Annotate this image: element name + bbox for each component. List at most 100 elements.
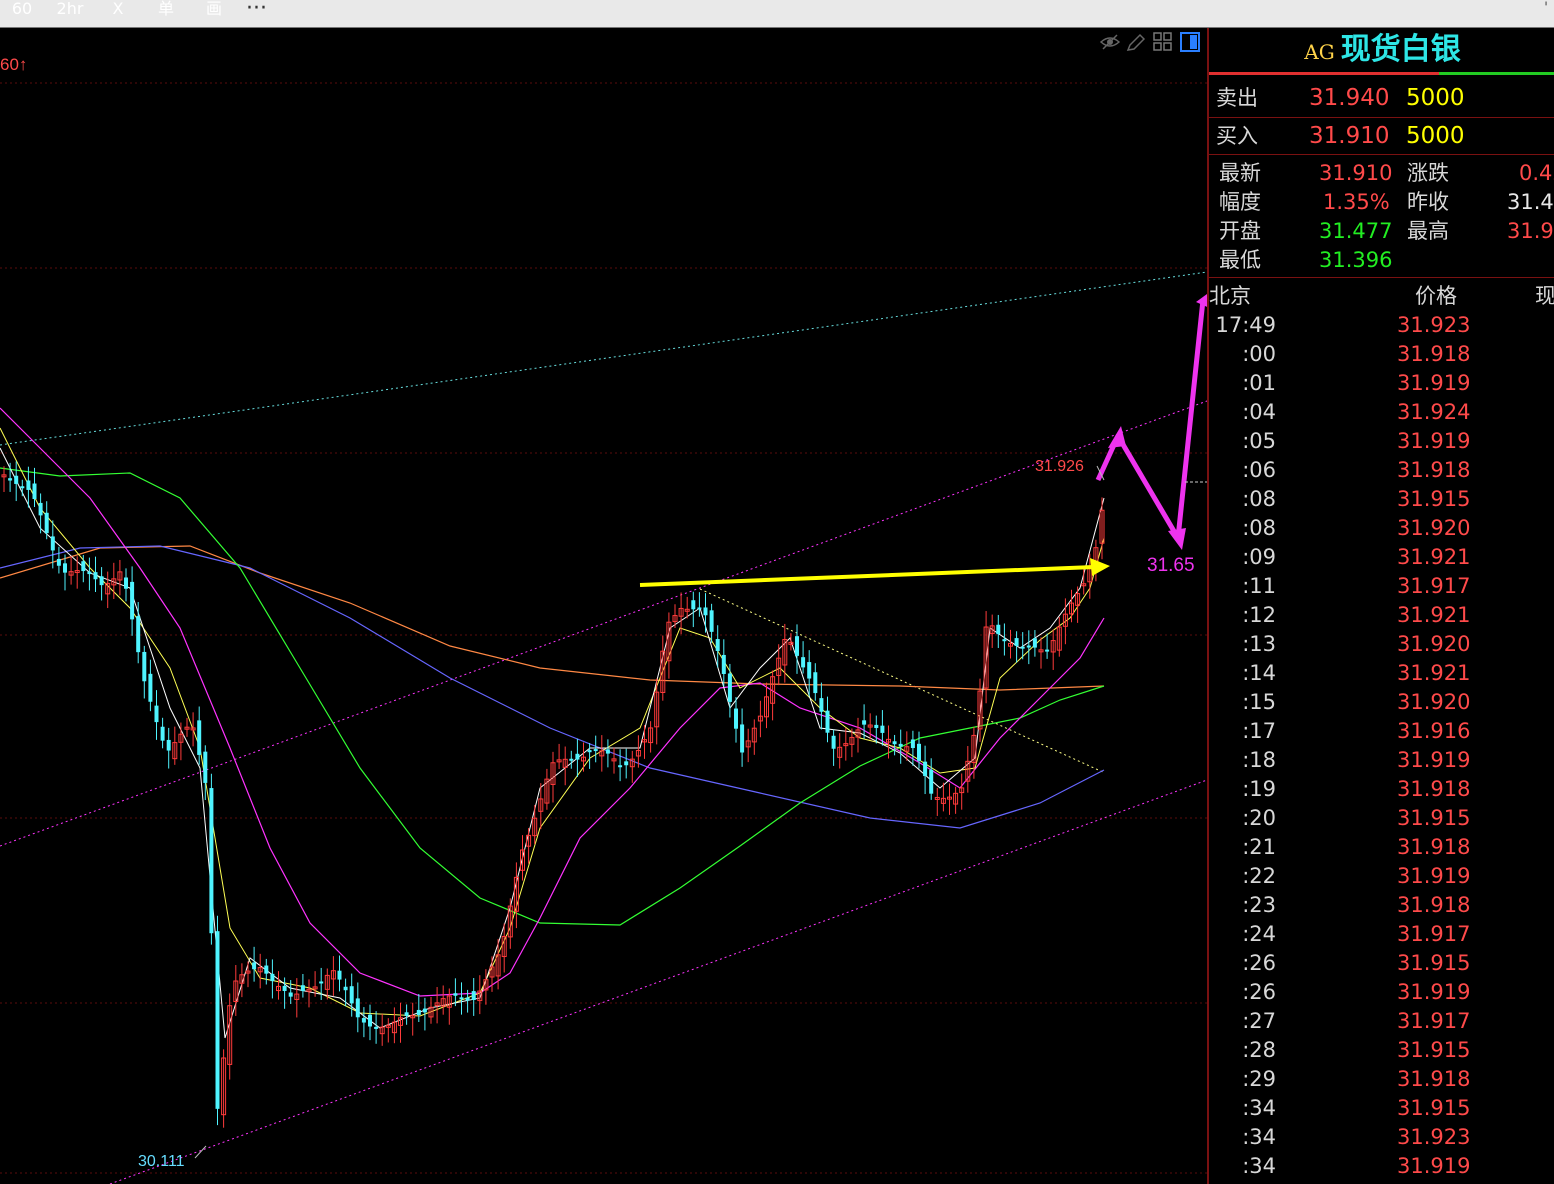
candle-body xyxy=(910,739,915,749)
pencil-icon[interactable] xyxy=(1126,33,1146,51)
candle-body xyxy=(874,724,879,729)
tick-time: :19 xyxy=(1242,777,1276,801)
candle-body xyxy=(50,536,55,551)
tick-row[interactable]: :22 31.919 xyxy=(1209,862,1554,890)
order-button[interactable]: 单 xyxy=(150,0,182,18)
tick-time: :11 xyxy=(1242,574,1276,598)
stat-value-prev-close: 31.48 xyxy=(1507,190,1554,214)
tick-time: :01 xyxy=(1242,371,1276,395)
candle-body xyxy=(148,673,153,702)
candle-body xyxy=(703,607,708,616)
stat-label-high: 最高 xyxy=(1407,219,1449,243)
candle-body xyxy=(422,1008,427,1013)
tick-time: :34 xyxy=(1242,1154,1276,1178)
tick-price: 31.920 xyxy=(1397,632,1471,656)
tick-row[interactable]: :05 31.919 xyxy=(1209,427,1554,455)
candle-body xyxy=(923,761,928,777)
tick-row[interactable]: :19 31.918 xyxy=(1209,775,1554,803)
tick-row[interactable]: :27 31.917 xyxy=(1209,1007,1554,1035)
tick-time: :24 xyxy=(1242,922,1276,946)
tick-price: 31.916 xyxy=(1397,719,1471,743)
candle-body xyxy=(813,672,818,694)
period-2hr-button[interactable]: 2hr xyxy=(54,0,86,18)
candle-body xyxy=(361,1018,366,1023)
channel-lower-line xyxy=(109,779,1207,1184)
tick-price: 31.918 xyxy=(1397,835,1471,859)
low-price-label: 30.111 xyxy=(138,1153,185,1170)
draw-button[interactable]: 画 xyxy=(198,0,230,18)
candle-body xyxy=(349,986,354,1004)
tick-price: 31.923 xyxy=(1397,313,1471,337)
stat-value-change: 0.42 xyxy=(1519,161,1554,185)
tick-row[interactable]: 17:49 31.923 xyxy=(1209,311,1554,339)
grid-lines xyxy=(0,82,1207,1174)
tick-row[interactable]: :15 31.920 xyxy=(1209,688,1554,716)
tick-row[interactable]: :06 31.918 xyxy=(1209,456,1554,484)
candle-body xyxy=(715,639,720,651)
candle-body xyxy=(691,600,696,610)
ma5-line xyxy=(0,447,1105,1039)
divider xyxy=(1209,277,1554,278)
candle-body xyxy=(465,997,470,1001)
panel-toggle-icon[interactable] xyxy=(1180,32,1200,52)
more-button[interactable]: ··· xyxy=(246,0,267,21)
candle-body xyxy=(862,720,867,725)
symbol-code: AG xyxy=(1304,40,1335,64)
tick-price: 31.915 xyxy=(1397,951,1471,975)
tick-row[interactable]: :04 31.924 xyxy=(1209,398,1554,426)
tick-row[interactable]: :08 31.920 xyxy=(1209,514,1554,542)
tick-row[interactable]: :14 31.921 xyxy=(1209,659,1554,687)
candle-body xyxy=(154,705,159,723)
window-drag-handle[interactable]: ' xyxy=(1544,0,1548,16)
grid-icon[interactable] xyxy=(1153,32,1172,51)
tick-row[interactable]: :24 31.917 xyxy=(1209,920,1554,948)
stat-label-low: 最低 xyxy=(1219,248,1261,272)
tick-row[interactable]: :09 31.921 xyxy=(1209,543,1554,571)
candle-body xyxy=(801,657,806,668)
tick-row[interactable]: :20 31.915 xyxy=(1209,804,1554,832)
toolbar: 60 2hr X 单 画 ··· ' xyxy=(0,0,1554,28)
tick-row[interactable]: :26 31.915 xyxy=(1209,949,1554,977)
tick-row[interactable]: :00 31.918 xyxy=(1209,340,1554,368)
tick-row[interactable]: :08 31.915 xyxy=(1209,485,1554,513)
candle-body xyxy=(142,651,147,682)
tick-price: 31.918 xyxy=(1397,1067,1471,1091)
tick-time: :34 xyxy=(1242,1125,1276,1149)
tick-row[interactable]: :12 31.921 xyxy=(1209,601,1554,629)
tick-row[interactable]: :34 31.915 xyxy=(1209,1094,1554,1122)
tick-row[interactable]: :21 31.918 xyxy=(1209,833,1554,861)
tick-row[interactable]: :17 31.916 xyxy=(1209,717,1554,745)
title-underline-red xyxy=(1209,72,1439,75)
tick-price: 31.920 xyxy=(1397,516,1471,540)
tick-row[interactable]: :26 31.919 xyxy=(1209,978,1554,1006)
sell-price[interactable]: 31.940 xyxy=(1309,84,1389,112)
candle-body xyxy=(569,758,574,761)
candle-body xyxy=(166,739,171,751)
stat-value-open: 31.477 xyxy=(1319,219,1393,243)
tick-row[interactable]: :23 31.918 xyxy=(1209,891,1554,919)
tick-row[interactable]: :11 31.917 xyxy=(1209,572,1554,600)
candle-body xyxy=(1014,638,1019,646)
tick-time: :05 xyxy=(1242,429,1276,453)
tick-row[interactable]: :34 31.923 xyxy=(1209,1123,1554,1151)
tick-row[interactable]: :28 31.915 xyxy=(1209,1036,1554,1064)
buy-volume: 5000 xyxy=(1406,123,1465,149)
candle-body xyxy=(831,735,836,749)
buy-price[interactable]: 31.910 xyxy=(1309,122,1389,150)
tick-row[interactable]: :13 31.920 xyxy=(1209,630,1554,658)
eye-icon[interactable] xyxy=(1099,34,1121,50)
tick-price: 31.921 xyxy=(1397,661,1471,685)
candle-body xyxy=(99,576,104,586)
period-60-button[interactable]: 60 xyxy=(6,0,38,18)
tick-row[interactable]: :29 31.918 xyxy=(1209,1065,1554,1093)
tick-row[interactable]: :18 31.919 xyxy=(1209,746,1554,774)
ma250-line xyxy=(0,545,1105,691)
candle-body xyxy=(819,698,824,712)
candle-body xyxy=(209,788,214,934)
tick-row[interactable]: :01 31.919 xyxy=(1209,369,1554,397)
tick-row[interactable]: :34 31.919 xyxy=(1209,1152,1554,1180)
candle-body xyxy=(368,1014,372,1027)
close-chart-button[interactable]: X xyxy=(102,0,134,18)
candle-body xyxy=(453,993,458,996)
kline-chart[interactable]: 60↑ 31.926 30.111 31.65 xyxy=(0,28,1207,1184)
